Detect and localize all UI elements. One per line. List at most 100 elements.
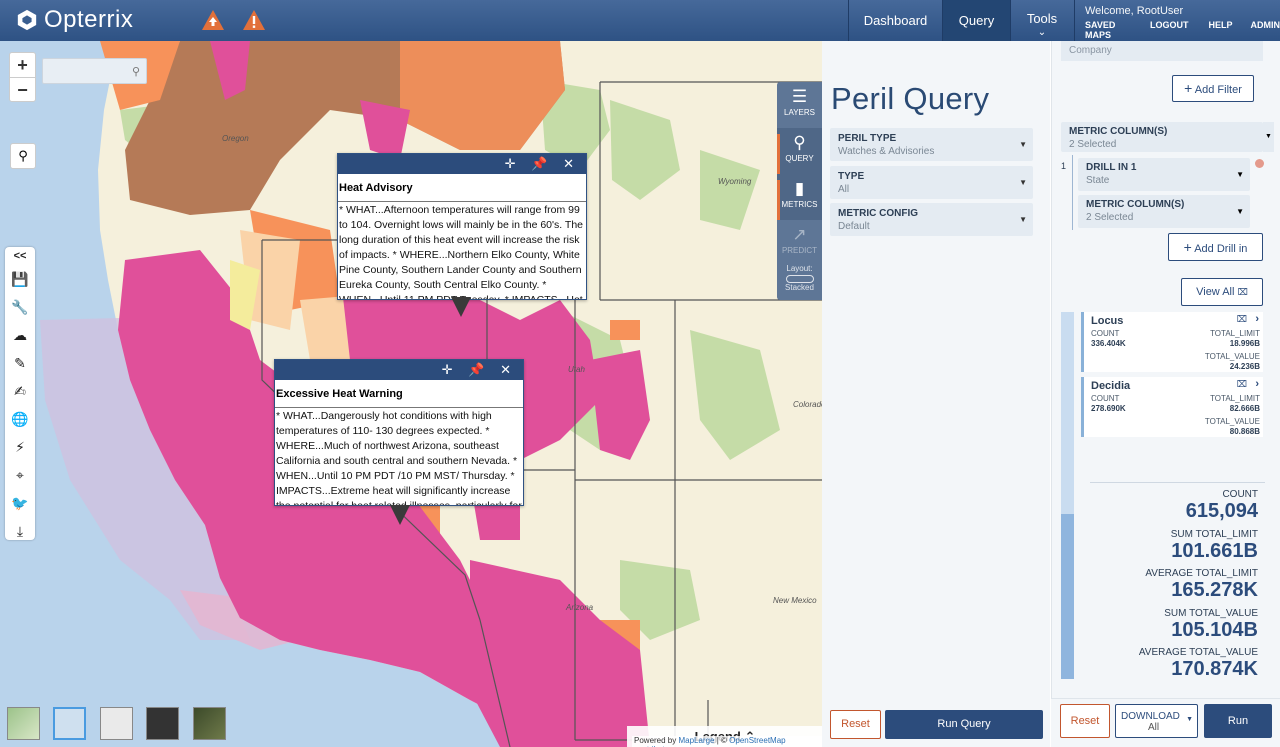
query-tab[interactable]: ⚲ QUERY: [777, 128, 822, 174]
peril-type-select[interactable]: PERIL TYPE Watches & Advisories ▼: [830, 128, 1033, 161]
cloud-upload-icon[interactable]: ☁: [5, 321, 35, 349]
layout-toggle[interactable]: [785, 275, 814, 283]
field-label: PERIL TYPE: [838, 133, 897, 144]
logout-link[interactable]: LOGOUT: [1150, 20, 1189, 40]
add-drill-in-button[interactable]: + Add Drill in: [1168, 233, 1263, 261]
locus-card[interactable]: Locus ⌧ › COUNT 336.404K TOTAL_LIMIT 18.…: [1081, 312, 1263, 372]
move-pin-close-icons[interactable]: ✛ 📌 ✕: [505, 156, 580, 171]
drill-metric-columns-select[interactable]: METRIC COLUMN(S) 2 Selected ▼: [1078, 195, 1250, 228]
move-pin-close-icons[interactable]: ✛ 📌 ✕: [442, 362, 517, 377]
decidia-card[interactable]: Decidia ⌧ › COUNT 278.690K TOTAL_LIMIT 8…: [1081, 377, 1263, 437]
app-logo[interactable]: Opterrix: [16, 6, 133, 34]
basemap-light[interactable]: [100, 707, 133, 740]
popup-controls[interactable]: ✛ 📌 ✕: [338, 154, 586, 174]
upload-alert-icon[interactable]: [201, 9, 225, 31]
warning-alert-icon[interactable]: [242, 9, 266, 31]
eye-closed-icon[interactable]: ⌧: [1237, 379, 1247, 390]
field-value: State: [1086, 175, 1110, 186]
map-search-input[interactable]: [43, 59, 128, 83]
nav-query[interactable]: Query: [943, 0, 1010, 41]
metric-columns-select[interactable]: METRIC COLUMN(S) 2 Selected: [1061, 122, 1263, 152]
field-label: METRIC COLUMN(S): [1069, 126, 1168, 137]
popup-controls[interactable]: ✛ 📌 ✕: [275, 360, 523, 380]
summary-avg-value: AVERAGE TOTAL_VALUE 170.874K: [1139, 647, 1258, 680]
summary-value: 165.278K: [1171, 579, 1258, 601]
zoom-to-selection-button[interactable]: ⚲: [10, 143, 36, 169]
card-name: Decidia: [1091, 380, 1131, 392]
maplarge-link[interactable]: MapLarge: [678, 736, 714, 745]
basemap-streets[interactable]: [53, 707, 86, 740]
map-canvas[interactable]: Wyoming Colorado New Mexico Oregon Arizo…: [0, 41, 822, 747]
save-icon[interactable]: 💾: [5, 265, 35, 293]
admin-link[interactable]: ADMIN: [1251, 20, 1280, 40]
count-label: COUNT: [1091, 394, 1120, 403]
welcome-text: Welcome, RootUser: [1085, 5, 1184, 17]
top-navigation-bar: Opterrix Dashboard Query Tools ⌄ Welcome…: [0, 0, 1280, 41]
chevron-right-icon[interactable]: ›: [1255, 378, 1259, 390]
metric-config-select[interactable]: METRIC CONFIG Default ▼: [830, 203, 1033, 236]
count-label: COUNT: [1091, 329, 1120, 338]
layers-icon: ☰: [791, 87, 808, 106]
zoom-control: + −: [9, 52, 36, 102]
add-filter-button[interactable]: + Add Filter: [1172, 75, 1254, 102]
value-value: 24.236B: [1229, 362, 1260, 371]
wrench-icon[interactable]: 🔧: [5, 293, 35, 321]
nav-dashboard[interactable]: Dashboard: [849, 0, 942, 41]
view-all-button[interactable]: View All ⌧: [1181, 278, 1263, 306]
download-button[interactable]: DOWNLOAD All ▼: [1115, 704, 1198, 738]
basemap-terrain[interactable]: [7, 707, 40, 740]
summary-sum-limit: SUM TOTAL_LIMIT 101.661B: [1171, 529, 1258, 562]
draw-icon[interactable]: ✎: [5, 349, 35, 377]
caret-down-icon: ▼: [1236, 170, 1244, 179]
field-value: 2 Selected: [1069, 139, 1117, 150]
add-drill-label: Add Drill in: [1194, 243, 1248, 255]
saved-maps-link[interactable]: SAVED MAPS: [1085, 20, 1135, 40]
popup-pointer: [451, 297, 471, 317]
field-value: Watches & Advisories: [838, 146, 935, 157]
map-search: ⚲: [42, 58, 147, 84]
twitter-icon[interactable]: 🐦: [5, 489, 35, 517]
card-name: Locus: [1091, 315, 1124, 327]
basemap-satellite[interactable]: [193, 707, 226, 740]
summary-count: COUNT 615,094: [1186, 489, 1258, 522]
eye-closed-icon[interactable]: ⌧: [1237, 314, 1247, 325]
run-query-button[interactable]: Run Query: [885, 710, 1043, 739]
edit-icon[interactable]: ✍: [5, 377, 35, 405]
zoom-out-button[interactable]: −: [10, 77, 35, 101]
summary-label: COUNT: [1222, 489, 1258, 500]
drill-index: 1: [1061, 161, 1067, 171]
map-attribution: Powered by MapLarge | © OpenStreetMap co…: [632, 736, 822, 747]
limit-label: TOTAL_LIMIT: [1210, 394, 1260, 403]
caret-down-icon: ▼: [1019, 140, 1027, 149]
download-label: DOWNLOAD: [1121, 711, 1180, 722]
lightning-icon[interactable]: ⚡: [5, 433, 35, 461]
search-icon[interactable]: ⚲: [132, 65, 140, 78]
nav-tools[interactable]: Tools ⌄: [1011, 0, 1073, 41]
basemap-dark[interactable]: [146, 707, 179, 740]
metrics-scrollbar-thumb[interactable]: [1061, 514, 1074, 679]
summary-value: 105.104B: [1171, 619, 1258, 641]
download-icon[interactable]: ⤓: [5, 517, 35, 545]
run-button[interactable]: Run: [1204, 704, 1272, 738]
metrics-tab[interactable]: ▮ METRICS: [777, 174, 822, 220]
zoom-in-button[interactable]: +: [10, 53, 35, 77]
caret-down-icon[interactable]: ▼: [1263, 122, 1274, 152]
globe-icon[interactable]: 🌐: [5, 405, 35, 433]
metrics-reset-button[interactable]: Reset: [1060, 704, 1110, 738]
add-filter-label: Add Filter: [1194, 84, 1242, 96]
layers-tab[interactable]: ☰ LAYERS: [777, 82, 822, 128]
plus-icon: +: [1184, 80, 1193, 96]
map-label-utah: Utah: [568, 365, 585, 374]
collapse-toolbar-button[interactable]: <<: [5, 247, 35, 265]
reset-button[interactable]: Reset: [830, 710, 881, 739]
remove-drill-icon[interactable]: [1255, 159, 1264, 168]
popup-title: Excessive Heat Warning: [275, 380, 523, 408]
chevron-right-icon[interactable]: ›: [1255, 313, 1259, 325]
help-link[interactable]: HELP: [1208, 20, 1232, 40]
view-all-label: View All: [1196, 286, 1235, 298]
predict-tab[interactable]: ↗ PREDICT: [777, 220, 822, 266]
map-label-oregon: Oregon: [222, 134, 249, 143]
type-select[interactable]: TYPE All ▼: [830, 166, 1033, 199]
drill-in-select[interactable]: DRILL IN 1 State ▼: [1078, 158, 1250, 191]
crosshair-icon[interactable]: ⌖: [5, 461, 35, 489]
